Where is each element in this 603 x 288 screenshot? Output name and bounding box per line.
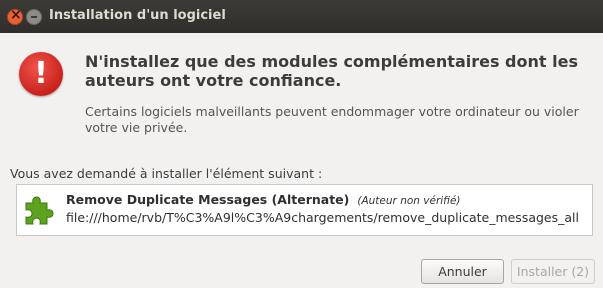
- title-bar: Installation d'un logiciel: [0, 0, 603, 33]
- window-title: Installation d'un logiciel: [49, 8, 226, 23]
- addon-list: Remove Duplicate Messages (Alternate) (Au…: [16, 184, 593, 236]
- warning-exclamation-icon: !: [19, 52, 63, 96]
- dialog-description: Certains logiciels malveillants peuvent …: [85, 104, 579, 135]
- dialog-headline: N'installez que des modules complémentai…: [85, 52, 578, 90]
- close-window-button[interactable]: [7, 7, 23, 25]
- install-button[interactable]: Installer (2): [511, 259, 595, 284]
- minimize-window-button[interactable]: [26, 9, 42, 25]
- puzzle-piece-icon: [25, 196, 54, 225]
- addon-name-line: Remove Duplicate Messages (Alternate) (Au…: [66, 192, 461, 207]
- addon-name: Remove Duplicate Messages (Alternate): [66, 192, 350, 207]
- request-label: Vous avez demandé à installer l'élément …: [10, 166, 323, 181]
- cancel-button[interactable]: Annuler: [421, 259, 504, 284]
- addon-author-note: (Auteur non vérifié): [357, 195, 461, 207]
- addon-url: file:///home/rvb/T%C3%A9l%C3%A9chargemen…: [66, 210, 579, 225]
